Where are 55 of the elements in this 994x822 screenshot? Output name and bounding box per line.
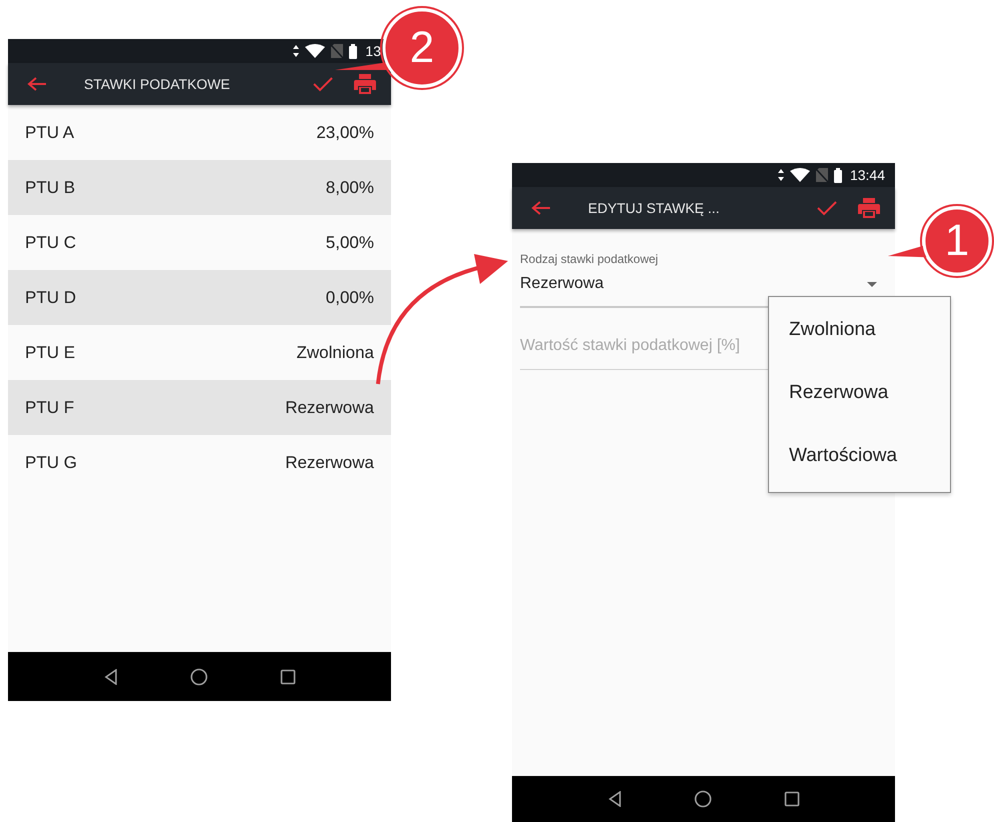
recents-nav-button[interactable] <box>784 791 800 807</box>
circle-home-icon <box>190 668 208 686</box>
field-value: Rezerwowa <box>520 274 604 294</box>
callout-number: 1 <box>944 219 970 263</box>
rate-name: PTU D <box>25 286 76 309</box>
checkmark-icon <box>817 200 837 216</box>
square-recents-icon <box>784 791 800 807</box>
circle-home-icon <box>694 790 712 808</box>
triangle-back-icon <box>608 791 622 807</box>
data-arrows-icon <box>293 45 300 57</box>
rate-value: 8,00% <box>326 176 374 199</box>
battery-icon <box>834 168 842 182</box>
back-nav-button[interactable] <box>608 791 622 807</box>
tax-rate-row[interactable]: PTU F Rezerwowa <box>8 380 391 435</box>
battery-icon <box>349 44 358 58</box>
rate-name: PTU F <box>25 396 74 419</box>
square-recents-icon <box>280 668 296 684</box>
wifi-icon <box>790 168 810 182</box>
tax-rate-row[interactable]: PTU B 8,00% <box>8 160 391 215</box>
dropdown-caret-icon <box>867 282 877 286</box>
status-time: 13:44 <box>850 166 885 184</box>
home-nav-button[interactable] <box>190 668 208 686</box>
triangle-back-icon <box>104 668 118 684</box>
back-nav-button[interactable] <box>104 668 118 684</box>
dropdown-option[interactable]: Wartościowa <box>769 425 950 488</box>
back-arrow-icon <box>27 76 47 92</box>
rate-value: 0,00% <box>326 286 374 309</box>
rate-name: PTU E <box>25 342 76 364</box>
recents-nav-button[interactable] <box>280 668 296 684</box>
screen-title: STAWKI PODATKOWE <box>84 74 231 94</box>
rate-value: 5,00% <box>326 232 374 254</box>
screen-title: EDYTUJ STAWKĘ ... <box>588 198 720 218</box>
printer-icon <box>354 74 376 94</box>
tax-rate-row[interactable]: PTU D 0,00% <box>8 270 391 325</box>
no-sim-icon <box>331 44 344 58</box>
data-arrows-icon <box>778 169 784 181</box>
checkmark-icon <box>313 76 333 92</box>
rate-name: PTU G <box>25 452 77 474</box>
print-button[interactable] <box>857 196 881 220</box>
wifi-icon <box>305 44 326 58</box>
rate-value: 23,00% <box>316 122 374 144</box>
rate-value: Zwolniona <box>296 342 374 364</box>
print-button[interactable] <box>353 72 377 96</box>
rate-value: Rezerwowa <box>285 452 374 474</box>
status-time: 13 <box>365 42 381 60</box>
rate-name: PTU A <box>25 122 74 144</box>
home-nav-button[interactable] <box>694 790 712 808</box>
no-sim-icon <box>816 168 828 182</box>
callout-number: 2 <box>408 26 436 70</box>
printer-icon <box>858 198 880 218</box>
field-label: Rodzaj stawki podatkowej <box>520 251 660 268</box>
rate-value: Rezerwowa <box>285 396 374 419</box>
rate-name: PTU C <box>25 232 76 254</box>
back-arrow-icon <box>531 200 551 216</box>
rate-name: PTU B <box>25 176 76 199</box>
